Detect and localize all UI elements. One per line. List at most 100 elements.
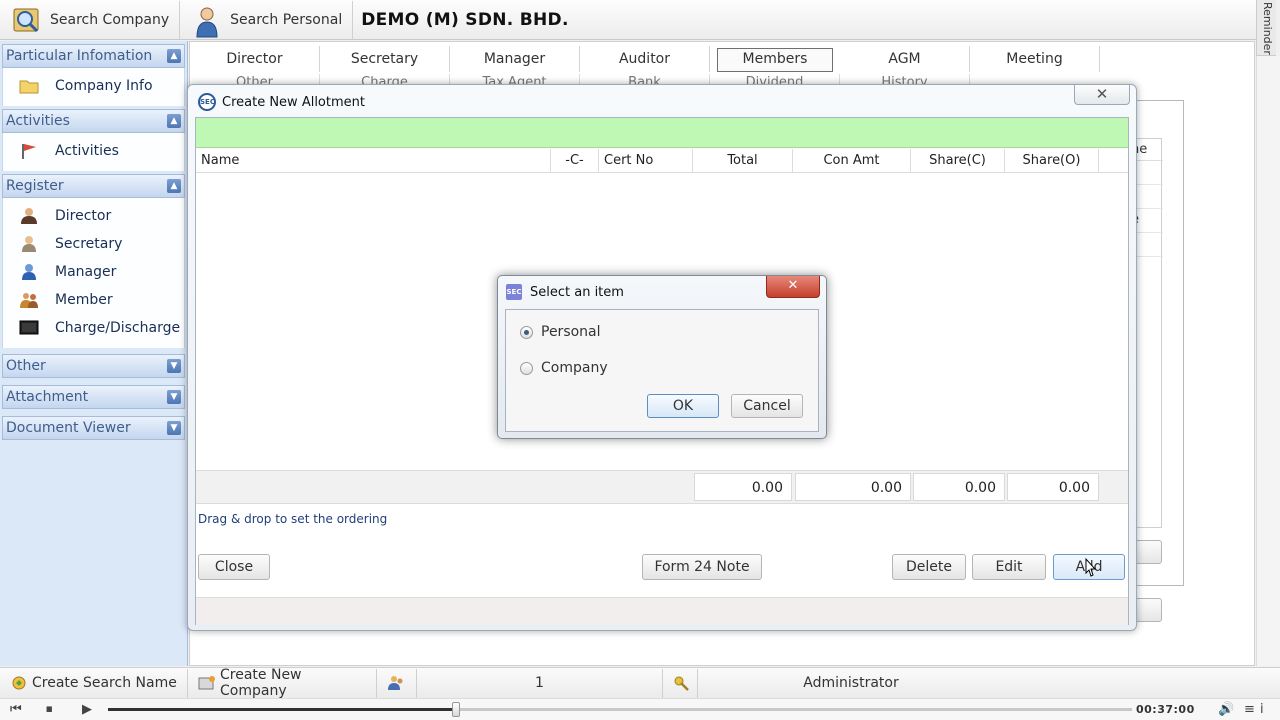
stop-icon[interactable]: ⏹ xyxy=(46,702,53,717)
close-icon[interactable]: ✕ xyxy=(766,276,820,298)
sidebar-item-company-info[interactable]: Company Info xyxy=(3,72,184,100)
share-c-total: 0.00 xyxy=(913,473,1005,501)
allotment-totals-row: 0.00 0.00 0.00 0.00 xyxy=(196,470,1128,504)
section-register-body: Director Secretary Manager Member Charge… xyxy=(2,198,185,348)
new-company-icon xyxy=(198,675,216,691)
col-name[interactable]: Name xyxy=(196,149,551,172)
folder-icon xyxy=(19,77,39,95)
key-indicator[interactable] xyxy=(663,668,698,698)
volume-icon[interactable]: 🔊 xyxy=(1218,702,1234,717)
con-amt-total: 0.00 xyxy=(795,473,911,501)
share-o-total: 0.00 xyxy=(1007,473,1099,501)
users-icon xyxy=(387,675,405,691)
section-other[interactable]: Other ▼ xyxy=(2,354,185,378)
section-activities-body: Activities xyxy=(2,133,185,171)
option-company[interactable]: Company xyxy=(520,360,608,376)
collapse-up-icon[interactable]: ▲ xyxy=(167,49,181,63)
radio-company[interactable] xyxy=(520,361,533,375)
dialog-titlebar: SEC Create New Allotment xyxy=(198,93,365,111)
sidebar-item-secretary[interactable]: Secretary xyxy=(3,230,184,258)
info-icon[interactable]: i xyxy=(1260,702,1264,717)
monitor-icon xyxy=(19,319,39,337)
playback-time: 00:37:00 xyxy=(1136,703,1195,716)
sidebar-item-label: Member xyxy=(55,292,113,308)
users-indicator[interactable] xyxy=(377,668,417,698)
skip-back-icon[interactable]: ⏮ xyxy=(10,702,22,717)
play-icon[interactable]: ▶ xyxy=(82,702,92,717)
col-cert-no[interactable]: Cert No xyxy=(599,149,693,172)
collapse-up-icon[interactable]: ▲ xyxy=(167,114,181,128)
seek-handle[interactable] xyxy=(452,702,461,717)
sidebar-item-label: Manager xyxy=(55,264,117,280)
section-document-viewer[interactable]: Document Viewer ▼ xyxy=(2,416,185,440)
search-company-button[interactable]: Search Company xyxy=(0,0,181,39)
create-search-name-button[interactable]: Create Search Name xyxy=(0,668,188,698)
ok-button[interactable]: OK xyxy=(647,394,719,418)
tab-manager[interactable]: Manager xyxy=(450,46,580,72)
total-value: 0.00 xyxy=(694,473,792,501)
sidebar-item-member[interactable]: Member xyxy=(3,286,184,314)
col-share-c[interactable]: Share(C) xyxy=(911,149,1005,172)
cancel-button[interactable]: Cancel xyxy=(731,394,803,418)
close-button[interactable]: Close xyxy=(198,554,270,580)
col-share-o[interactable]: Share(O) xyxy=(1005,149,1099,172)
expand-down-icon[interactable]: ▼ xyxy=(167,390,181,404)
col-c[interactable]: -C- xyxy=(551,149,599,172)
search-company-icon xyxy=(12,5,42,35)
expand-down-icon[interactable]: ▼ xyxy=(167,421,181,435)
tab-meeting[interactable]: Meeting xyxy=(970,46,1100,72)
dialog-bottom-strip xyxy=(196,597,1128,625)
option-company-label: Company xyxy=(541,360,608,376)
tab-auditor[interactable]: Auditor xyxy=(580,46,710,72)
app-logo-icon: SEC xyxy=(506,284,522,300)
reminder-tab[interactable]: Reminder xyxy=(1256,0,1276,56)
col-con-amt[interactable]: Con Amt xyxy=(793,149,911,172)
tab-members[interactable]: Members xyxy=(717,48,833,72)
tab-agm[interactable]: AGM xyxy=(840,46,970,72)
sidebar-item-activities[interactable]: Activities xyxy=(3,137,184,165)
register-tabs: Director Secretary Manager Auditor Membe… xyxy=(190,46,1100,72)
tab-secretary[interactable]: Secretary xyxy=(320,46,450,72)
sidebar-item-manager[interactable]: Manager xyxy=(3,258,184,286)
section-activities[interactable]: Activities ▲ xyxy=(2,109,185,133)
sidebar-item-label: Company Info xyxy=(55,78,153,94)
settings-icon[interactable]: ≡ xyxy=(1244,702,1255,717)
sidebar-item-label: Director xyxy=(55,208,112,224)
section-particular-title: Particular Infomation xyxy=(6,48,153,64)
sidebar: Particular Infomation ▲ Company Info Act… xyxy=(0,41,188,666)
close-icon[interactable]: ✕ xyxy=(1074,85,1130,105)
delete-button[interactable]: Delete xyxy=(892,554,966,580)
section-particular-info[interactable]: Particular Infomation ▲ xyxy=(2,44,185,68)
sidebar-item-charge-discharge[interactable]: Charge/Discharge xyxy=(3,314,184,342)
option-personal-label: Personal xyxy=(541,324,601,340)
top-toolbar: Search Company Search Personal DEMO (M) … xyxy=(0,0,1256,40)
reminder-label: Reminder xyxy=(1261,2,1274,55)
select-item-dialog: SEC Select an item ✕ Personal Company OK… xyxy=(497,275,827,439)
director-icon xyxy=(19,207,39,225)
form-24-note-button[interactable]: Form 24 Note xyxy=(642,554,762,580)
right-scrollbar[interactable] xyxy=(1256,56,1280,666)
expand-down-icon[interactable]: ▼ xyxy=(167,359,181,373)
search-personal-button[interactable]: Search Personal xyxy=(180,0,354,39)
section-attachment[interactable]: Attachment ▼ xyxy=(2,385,185,409)
tab-director[interactable]: Director xyxy=(190,46,320,72)
create-new-company-label: Create New Company xyxy=(220,667,302,699)
seek-bar[interactable] xyxy=(108,702,1132,717)
collapse-up-icon[interactable]: ▲ xyxy=(167,179,181,193)
section-register-title: Register xyxy=(6,178,64,194)
member-group-icon xyxy=(19,291,39,309)
section-document-viewer-title: Document Viewer xyxy=(6,420,131,436)
option-personal[interactable]: Personal xyxy=(520,324,601,340)
user-cell: Administrator xyxy=(698,669,1004,698)
create-new-company-button[interactable]: Create New Company xyxy=(188,667,377,699)
sidebar-item-director[interactable]: Director xyxy=(3,202,184,230)
flag-icon xyxy=(19,142,39,160)
section-register[interactable]: Register ▲ xyxy=(2,174,185,198)
create-search-icon xyxy=(10,675,28,691)
col-total[interactable]: Total xyxy=(693,149,793,172)
edit-button[interactable]: Edit xyxy=(972,554,1046,580)
manager-icon xyxy=(19,263,39,281)
radio-personal[interactable] xyxy=(520,325,533,339)
search-company-label: Search Company xyxy=(50,11,170,28)
search-personal-label: Search Personal xyxy=(230,11,343,28)
